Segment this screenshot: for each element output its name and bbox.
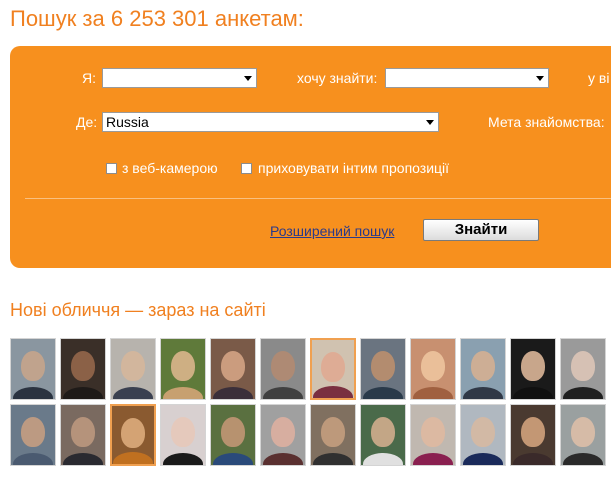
profile-photo[interactable] — [10, 338, 56, 400]
photo-shoulders — [563, 453, 603, 465]
profile-photo[interactable] — [510, 338, 556, 400]
photo-shoulders — [513, 453, 553, 465]
profile-photo[interactable] — [260, 404, 306, 466]
profile-photo[interactable] — [560, 338, 606, 400]
profile-photo[interactable] — [10, 404, 56, 466]
photo-face — [571, 417, 595, 447]
profile-photo[interactable] — [560, 404, 606, 466]
photo-face — [221, 351, 245, 381]
photo-face — [421, 351, 445, 381]
chevron-down-icon — [244, 76, 252, 81]
photo-face — [571, 351, 595, 381]
photo-shoulders — [313, 386, 353, 398]
profile-photo[interactable] — [310, 404, 356, 466]
photo-face — [521, 351, 545, 381]
profile-photo[interactable] — [260, 338, 306, 400]
photo-shoulders — [63, 453, 103, 465]
profile-photo[interactable] — [360, 404, 406, 466]
photo-shoulders — [263, 387, 303, 399]
profile-photo[interactable] — [360, 338, 406, 400]
new-faces-title: Нові обличчя — зараз на сайті — [10, 300, 266, 320]
photo-face — [171, 417, 195, 447]
profile-photo[interactable] — [410, 338, 456, 400]
photo-shoulders — [313, 453, 353, 465]
advanced-search-link[interactable]: Розширений пошук — [270, 223, 394, 239]
where-label: Де: — [76, 114, 98, 130]
photo-shoulders — [413, 387, 453, 399]
photo-shoulders — [563, 387, 603, 399]
where-select-value: Russia — [106, 114, 149, 130]
photo-shoulders — [13, 387, 53, 399]
photo-shoulders — [63, 387, 103, 399]
age-label: у ві — [588, 70, 610, 86]
photo-face — [71, 351, 95, 381]
photo-shoulders — [513, 387, 553, 399]
photo-shoulders — [163, 453, 203, 465]
photo-face — [71, 417, 95, 447]
page-title: Пошук за 6 253 301 анкетам: — [10, 6, 304, 31]
profile-photo[interactable] — [460, 404, 506, 466]
photo-face — [271, 417, 295, 447]
profile-photo[interactable] — [410, 404, 456, 466]
profile-photo[interactable] — [110, 404, 156, 466]
profile-photo[interactable] — [310, 338, 356, 400]
profile-photo[interactable] — [60, 338, 106, 400]
photo-face — [171, 351, 195, 381]
photo-face — [471, 351, 495, 381]
photo-face — [371, 351, 395, 381]
want-label: хочу знайти: — [297, 70, 378, 86]
profile-photo[interactable] — [60, 404, 106, 466]
hide-intim-label: приховувати інтим пропозиції — [258, 160, 450, 176]
photo-face — [321, 417, 345, 447]
photo-shoulders — [463, 387, 503, 399]
divider — [25, 198, 611, 199]
where-select[interactable]: Russia — [102, 112, 439, 132]
photo-face — [271, 351, 295, 381]
photo-shoulders — [113, 452, 153, 464]
photo-shoulders — [113, 387, 153, 399]
profile-photo[interactable] — [460, 338, 506, 400]
photo-shoulders — [463, 453, 503, 465]
webcam-label: з веб-камерою — [122, 160, 218, 176]
photo-face — [121, 351, 145, 381]
photo-shoulders — [363, 453, 403, 465]
hide-intim-checkbox[interactable] — [241, 163, 252, 174]
photo-face — [21, 417, 45, 447]
profile-photo[interactable] — [210, 338, 256, 400]
photo-face — [371, 417, 395, 447]
photo-shoulders — [263, 453, 303, 465]
photo-face — [321, 352, 345, 382]
profile-photo[interactable] — [510, 404, 556, 466]
photo-face — [421, 417, 445, 447]
photo-face — [521, 417, 545, 447]
profile-photo[interactable] — [110, 338, 156, 400]
chevron-down-icon — [536, 76, 544, 81]
webcam-checkbox[interactable] — [106, 163, 117, 174]
find-button[interactable]: Знайти — [423, 219, 539, 241]
photo-shoulders — [163, 387, 203, 399]
photo-face — [121, 418, 145, 448]
goal-label: Мета знайомства: — [488, 114, 605, 130]
i-select[interactable] — [102, 68, 257, 88]
photo-shoulders — [13, 453, 53, 465]
photo-shoulders — [363, 387, 403, 399]
photo-shoulders — [213, 453, 253, 465]
photo-face — [471, 417, 495, 447]
profile-photo[interactable] — [160, 338, 206, 400]
photo-shoulders — [413, 453, 453, 465]
chevron-down-icon — [426, 120, 434, 125]
want-select[interactable] — [385, 68, 549, 88]
photo-face — [21, 351, 45, 381]
photo-shoulders — [213, 387, 253, 399]
search-panel: Я: хочу знайти: у ві Де: Russia Мета зна… — [10, 46, 611, 268]
photo-face — [221, 417, 245, 447]
i-label: Я: — [82, 70, 96, 86]
profile-photo[interactable] — [160, 404, 206, 466]
profile-photo[interactable] — [210, 404, 256, 466]
